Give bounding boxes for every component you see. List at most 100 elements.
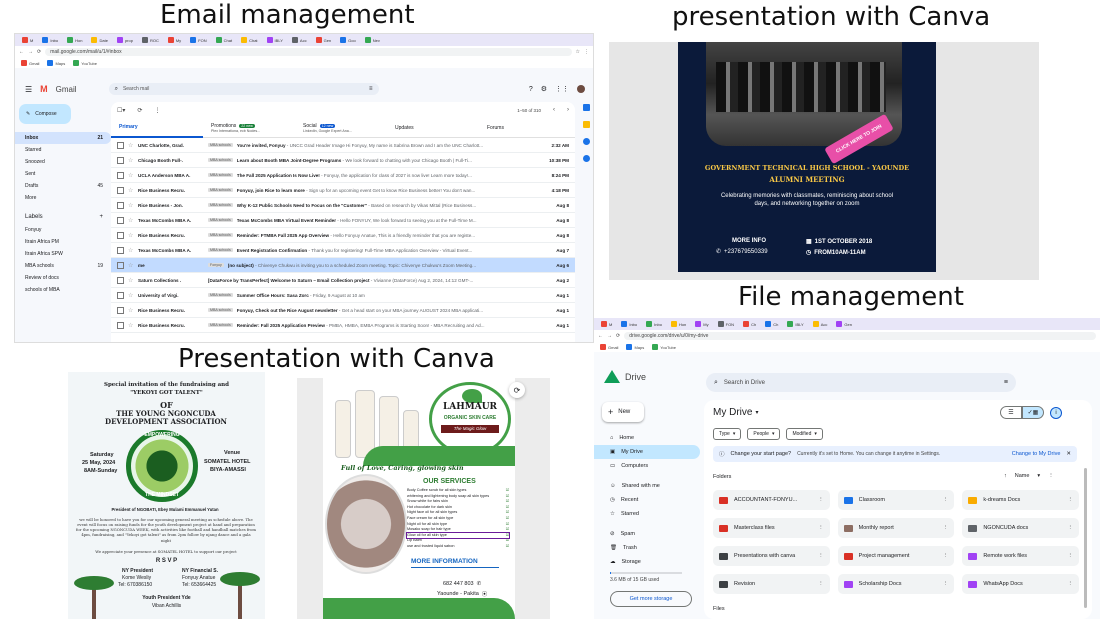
- row-star-icon[interactable]: ☆: [128, 187, 138, 194]
- row-checkbox[interactable]: [117, 246, 124, 254]
- gmail-folder[interactable]: Inbox 21: [15, 132, 111, 144]
- forward-icon[interactable]: →: [28, 49, 33, 55]
- row-checkbox[interactable]: [117, 321, 124, 329]
- folder-more-icon[interactable]: ⋮: [943, 525, 949, 531]
- folder-more-icon[interactable]: ⋮: [1067, 581, 1073, 587]
- folder-card[interactable]: Scholarship Docs ⋮: [837, 574, 955, 594]
- more-options-icon[interactable]: ⋮: [154, 107, 160, 114]
- drive-nav-item[interactable]: ☁ Storage: [594, 555, 700, 569]
- folder-more-icon[interactable]: ⋮: [818, 581, 824, 587]
- email-label-chip[interactable]: MBA schools: [208, 143, 233, 147]
- row-checkbox[interactable]: [117, 141, 124, 149]
- browser-tab[interactable]: Gen: [833, 321, 855, 327]
- browser-tab[interactable]: My: [692, 321, 711, 327]
- reload-mail-icon[interactable]: ⟳: [137, 107, 142, 114]
- drive-search-input[interactable]: ⌕ Search in Drive ≡: [706, 373, 1016, 392]
- sort-more-icon[interactable]: ⋮: [1048, 473, 1054, 479]
- folder-card[interactable]: Remote work files ⋮: [962, 546, 1079, 566]
- email-row[interactable]: ☆ UCLA Anderson MBA A. MBA schools The Fall…: [111, 168, 575, 183]
- gmail-label[interactable]: Fonyuy: [15, 224, 111, 236]
- gmail-label[interactable]: MBA schools 19: [15, 260, 111, 272]
- gmail-url-field[interactable]: mail.google.com/mail/u/1/#inbox: [45, 48, 572, 56]
- browser-tab[interactable]: Hon: [64, 37, 85, 43]
- email-row[interactable]: ☆ Saturn Collections . [DataForce by Trans…: [111, 273, 575, 288]
- browser-tab[interactable]: Acc: [810, 321, 831, 327]
- row-star-icon[interactable]: ☆: [128, 262, 138, 269]
- row-checkbox[interactable]: [117, 186, 124, 194]
- email-row[interactable]: ☆ Rice Business - Jon. MBA schools Why K-12…: [111, 198, 575, 213]
- gmail-folder[interactable]: Drafts 45: [15, 180, 111, 192]
- folder-card[interactable]: Revision ⋮: [713, 574, 830, 594]
- bookmark[interactable]: YouTube: [73, 60, 97, 66]
- drive-nav-item[interactable]: ◷ Recent: [594, 493, 700, 507]
- row-star-icon[interactable]: ☆: [128, 277, 138, 284]
- help-icon[interactable]: ?: [529, 86, 533, 93]
- list-view-toggle[interactable]: ☰: [1000, 406, 1022, 419]
- add-label-icon[interactable]: +: [99, 214, 103, 220]
- email-label-chip[interactable]: MBA schools: [208, 293, 233, 297]
- settings-gear-icon[interactable]: ⚙: [541, 85, 547, 93]
- email-label-chip[interactable]: MBA schools: [208, 323, 233, 327]
- row-star-icon[interactable]: ☆: [128, 307, 138, 314]
- gmail-folder[interactable]: Snoozed: [15, 156, 111, 168]
- browser-tab[interactable]: Chat: [238, 37, 260, 43]
- browser-tab[interactable]: ROC: [139, 37, 162, 43]
- browser-tab[interactable]: My: [165, 37, 184, 43]
- row-star-icon[interactable]: ☆: [128, 232, 138, 239]
- folder-card[interactable]: WhatsApp Docs ⋮: [962, 574, 1079, 594]
- browser-tab[interactable]: IBLY: [784, 321, 806, 327]
- refresh-icon[interactable]: ⟳: [509, 382, 525, 398]
- browser-tab[interactable]: Hon: [668, 321, 689, 327]
- drive-nav-item[interactable]: ⊘ Spam: [594, 527, 700, 541]
- prev-page-icon[interactable]: ‹: [553, 107, 555, 113]
- email-row[interactable]: ☆ Texas McCombs MBA A. MBA schools Event Re…: [111, 243, 575, 258]
- email-label-chip[interactable]: MBA schools: [208, 218, 233, 222]
- back-icon[interactable]: ←: [19, 49, 24, 55]
- row-star-icon[interactable]: ☆: [128, 247, 138, 254]
- row-checkbox[interactable]: [117, 231, 124, 239]
- change-to-my-drive-link[interactable]: Change to My Drive: [1012, 451, 1061, 457]
- folder-card[interactable]: Project management ⋮: [837, 546, 955, 566]
- email-row[interactable]: ☆ Rice Business Recru. MBA schools Reminder…: [111, 228, 575, 243]
- browser-tab[interactable]: Gen: [313, 37, 335, 43]
- apps-grid-icon[interactable]: ⋮⋮: [555, 85, 569, 93]
- row-star-icon[interactable]: ☆: [128, 322, 138, 329]
- email-label-chip[interactable]: MBA schools: [208, 158, 233, 162]
- folder-more-icon[interactable]: ⋮: [943, 497, 949, 503]
- email-label-chip[interactable]: MBA schools: [208, 203, 233, 207]
- row-checkbox[interactable]: [117, 261, 124, 269]
- drive-forward-icon[interactable]: →: [607, 333, 612, 339]
- folder-more-icon[interactable]: ⋮: [818, 525, 824, 531]
- browser-tab[interactable]: Date: [88, 37, 110, 43]
- next-page-icon[interactable]: ›: [567, 107, 569, 113]
- browser-tab[interactable]: Inbo: [618, 321, 640, 327]
- folder-card[interactable]: Presentations with canva ⋮: [713, 546, 830, 566]
- browser-tab[interactable]: Chat: [213, 37, 235, 43]
- folder-card[interactable]: Classroom ⋮: [837, 490, 955, 510]
- row-checkbox[interactable]: [117, 201, 124, 209]
- bookmark[interactable]: Maps: [47, 60, 65, 66]
- inbox-tab[interactable]: Social 12 new LinkedIn, Google Expert Ana.…: [295, 118, 387, 138]
- row-checkbox[interactable]: [117, 291, 124, 299]
- sort-arrow-icon[interactable]: ↑: [1004, 473, 1007, 479]
- gmail-search-input[interactable]: ⌕ Search mail ≡: [108, 83, 379, 95]
- compose-button[interactable]: ✎ Compose: [19, 104, 71, 124]
- row-checkbox[interactable]: [117, 306, 124, 314]
- info-icon[interactable]: i: [1050, 406, 1062, 419]
- drive-nav-item[interactable]: ☺ Shared with me: [594, 479, 700, 493]
- drive-nav-item[interactable]: ⌂ Home: [594, 431, 700, 445]
- folder-more-icon[interactable]: ⋮: [943, 581, 949, 587]
- avatar[interactable]: [577, 85, 585, 93]
- drive-nav-item[interactable]: ▭ Computers: [594, 459, 700, 473]
- folder-card[interactable]: ACCOUNTANT-FONYU... ⋮: [713, 490, 830, 510]
- new-button[interactable]: + New: [602, 402, 644, 422]
- drive-title[interactable]: My Drive: [713, 407, 752, 418]
- gmail-folder[interactable]: Sent: [15, 168, 111, 180]
- email-label-chip[interactable]: MBA schools: [208, 308, 233, 312]
- row-checkbox[interactable]: [117, 156, 124, 164]
- email-label-chip[interactable]: MBA schools: [208, 188, 233, 192]
- calendar-icon[interactable]: [582, 104, 590, 111]
- folder-more-icon[interactable]: ⋮: [818, 497, 824, 503]
- email-row[interactable]: ☆ Chicago Booth Full-. MBA schools Learn ab…: [111, 153, 575, 168]
- contacts-icon[interactable]: [582, 155, 590, 162]
